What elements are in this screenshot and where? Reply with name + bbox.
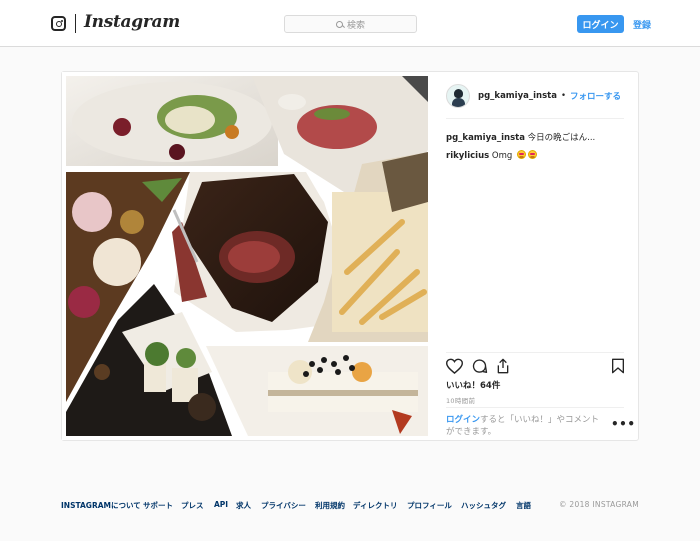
footer-link-privacy[interactable]: プライバシー bbox=[261, 500, 306, 511]
heart-eyes-emoji-icon bbox=[527, 150, 537, 159]
instagram-wordmark[interactable]: Instagram bbox=[84, 12, 180, 32]
search-placeholder: 検索 bbox=[346, 20, 365, 31]
post-sidebar: pg_kamiya_insta • フォローする pg_kamiya_insta… bbox=[432, 72, 638, 440]
search-icon bbox=[335, 20, 343, 28]
login-prompt: ログインすると「いいね！」やコメントができます。 bbox=[446, 414, 606, 438]
divider bbox=[446, 407, 624, 408]
post-photo[interactable] bbox=[62, 72, 432, 440]
post-author: pg_kamiya_insta • フォローする bbox=[446, 83, 621, 109]
footer-link-directory[interactable]: ディレクトリ bbox=[353, 500, 397, 511]
share-icon[interactable] bbox=[495, 358, 511, 374]
bookmark-icon[interactable] bbox=[611, 358, 625, 374]
footer-link-terms[interactable]: 利用規約 bbox=[315, 500, 345, 511]
like-count[interactable]: いいね！64件 bbox=[446, 379, 500, 391]
search-box[interactable]: 検索 bbox=[284, 15, 417, 33]
comment-list: pg_kamiya_insta 今日の晩ごはん... rikylicius Om… bbox=[446, 129, 626, 165]
caption-text: 今日の晩ごはん... bbox=[527, 133, 596, 143]
heart-icon[interactable] bbox=[446, 358, 463, 374]
more-options-button[interactable]: ••• bbox=[611, 418, 636, 430]
footer: INSTAGRAMについて サポート プレス API 求人 プライバシー 利用規… bbox=[61, 500, 639, 514]
comment-item: rikylicius Omg bbox=[446, 147, 626, 165]
footer-link-language[interactable]: 言語 bbox=[516, 500, 531, 511]
footer-link-jobs[interactable]: 求人 bbox=[236, 500, 251, 511]
signup-link[interactable]: 登録 bbox=[633, 18, 651, 31]
follow-button[interactable]: フォローする bbox=[570, 90, 621, 102]
caption-username[interactable]: pg_kamiya_insta bbox=[446, 133, 525, 143]
footer-link-about[interactable]: INSTAGRAMについて bbox=[61, 500, 141, 511]
caption: pg_kamiya_insta 今日の晩ごはん... bbox=[446, 129, 626, 147]
top-navigation-bar: Instagram 検索 ログイン 登録 bbox=[0, 0, 700, 47]
comment-icon[interactable] bbox=[471, 358, 488, 374]
login-button[interactable]: ログイン bbox=[577, 15, 624, 33]
comment-text: Omg bbox=[491, 151, 513, 161]
food-collage-image bbox=[62, 72, 432, 440]
heart-eyes-emoji-icon bbox=[516, 150, 526, 159]
logo-divider bbox=[75, 14, 76, 33]
avatar[interactable] bbox=[446, 84, 470, 108]
separator-dot: • bbox=[560, 91, 566, 101]
copyright: © 2018 INSTAGRAM bbox=[558, 500, 639, 509]
camera-logo-icon[interactable] bbox=[51, 16, 66, 31]
author-username[interactable]: pg_kamiya_insta bbox=[478, 91, 557, 101]
divider bbox=[446, 118, 624, 119]
comment-username[interactable]: rikylicius bbox=[446, 151, 489, 161]
footer-link-press[interactable]: プレス bbox=[181, 500, 204, 511]
footer-link-profiles[interactable]: プロフィール bbox=[407, 500, 452, 511]
footer-link-hashtags[interactable]: ハッシュタグ bbox=[461, 500, 506, 511]
divider bbox=[446, 352, 624, 353]
post-timestamp: 10時間前 bbox=[446, 397, 476, 405]
post-actions bbox=[446, 358, 626, 376]
footer-link-support[interactable]: サポート bbox=[143, 500, 173, 511]
footer-link-api[interactable]: API bbox=[214, 500, 228, 509]
login-prompt-link[interactable]: ログイン bbox=[446, 415, 480, 425]
